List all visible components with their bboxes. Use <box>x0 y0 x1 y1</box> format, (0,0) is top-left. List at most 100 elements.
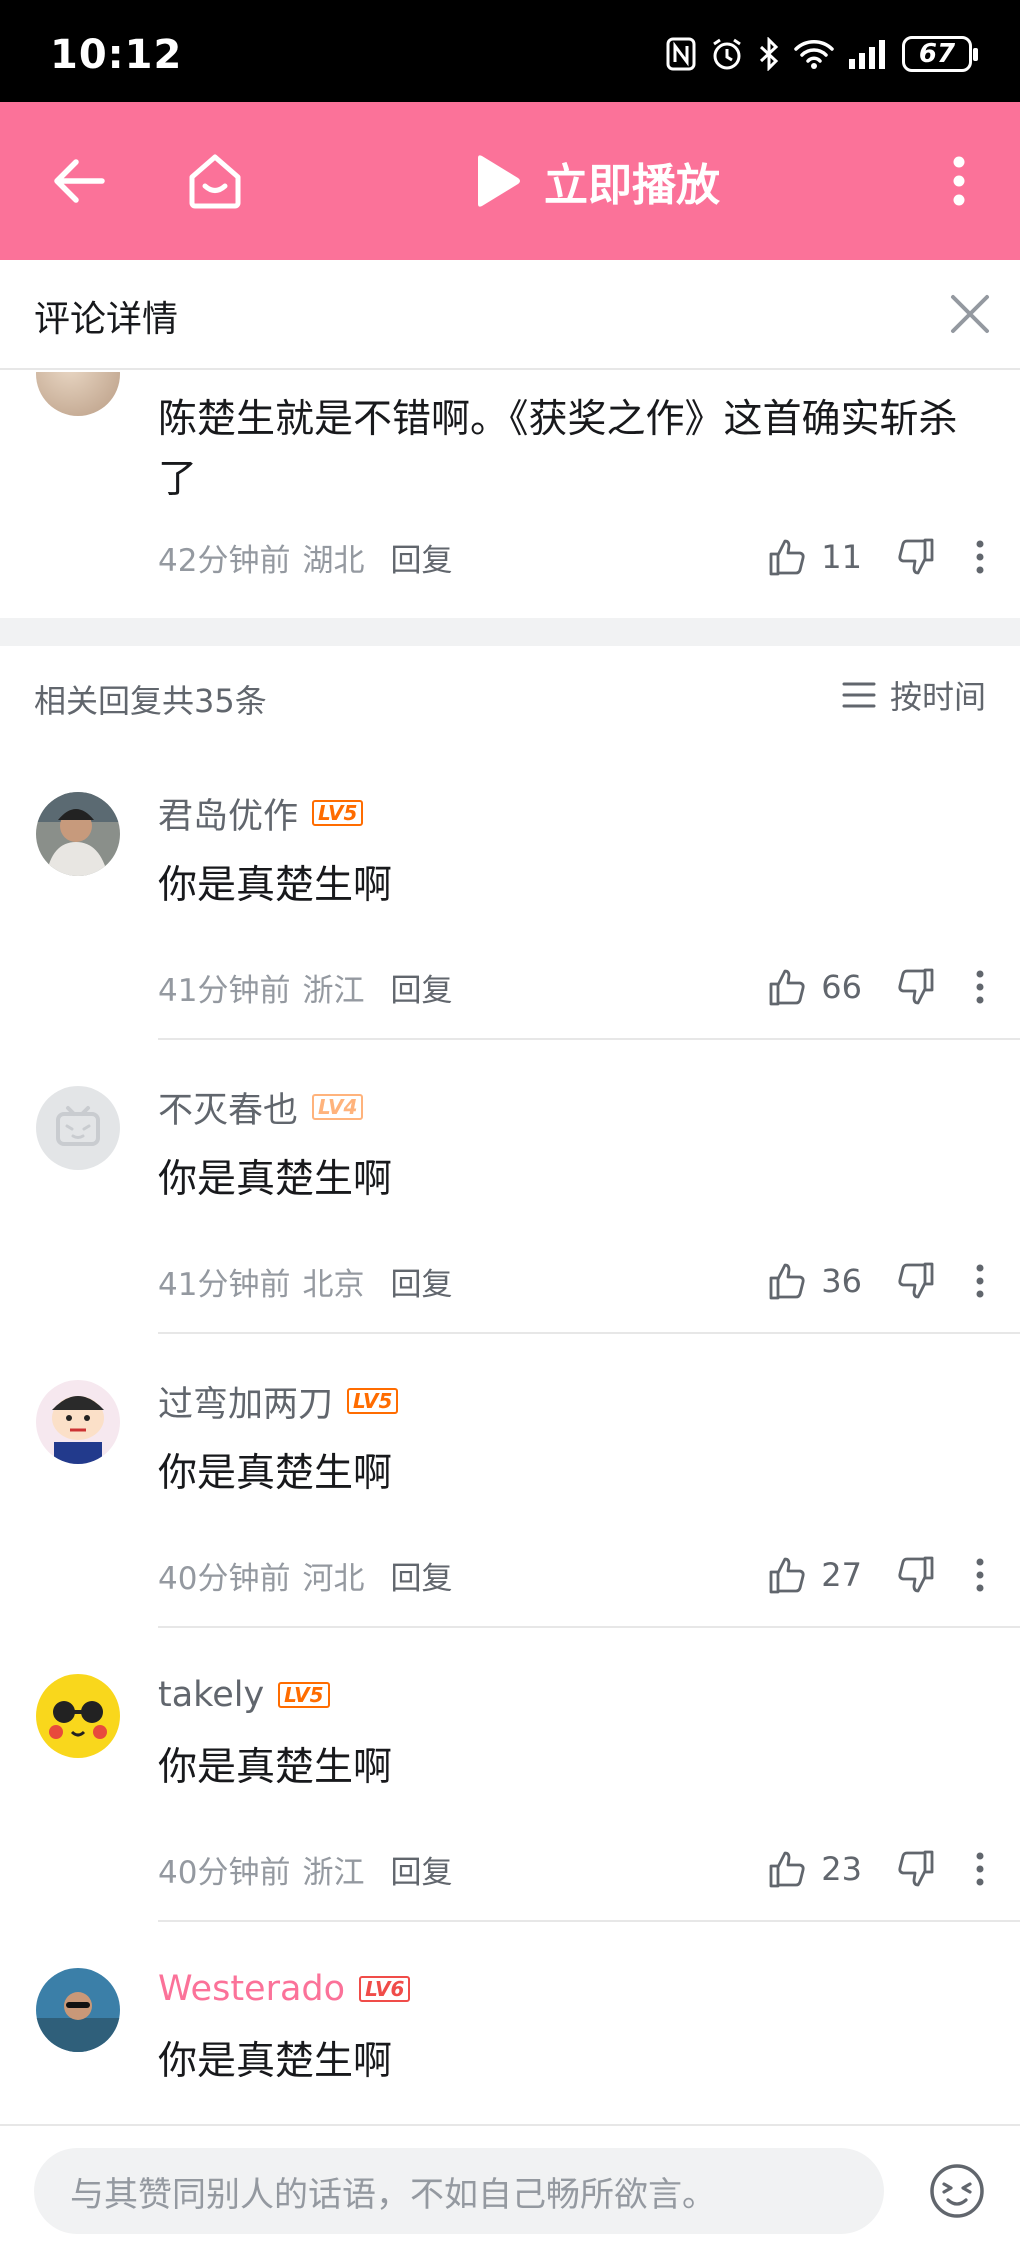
thumbs-down-icon <box>898 968 934 1005</box>
username[interactable]: 过弯加两刀 <box>158 1376 333 1427</box>
thumbs-up-icon <box>769 1851 805 1888</box>
reply-content: 你是真楚生啊 <box>158 1451 393 1496</box>
nfc-icon <box>666 37 696 71</box>
reply-meta: 41分钟前 北京 回复 36 <box>158 1256 998 1306</box>
reply-item: 不灭春也 LV4 你是真楚生啊 41分钟前 北京 回复 36 <box>0 1040 1020 1334</box>
level-badge: LV5 <box>347 1388 399 1414</box>
main-comment-text: 陈楚生就是不错啊。《获奖之作》这首确实斩杀了 <box>158 397 958 502</box>
arrow-left-icon <box>54 159 105 203</box>
like-count: 23 <box>821 1850 862 1888</box>
reply-content: 你是真楚生啊 <box>158 1745 393 1790</box>
reply-meta: 40分钟前 河北 回复 27 <box>158 1550 998 1600</box>
reply-button[interactable]: 回复 <box>390 535 452 580</box>
more-menu-button[interactable] <box>924 146 994 216</box>
dislike-button[interactable] <box>896 1849 936 1889</box>
like-button[interactable]: 11 <box>767 537 862 577</box>
thumbs-up-icon <box>769 1263 805 1300</box>
comment-location: 浙江 <box>302 972 365 1009</box>
more-vertical-icon <box>976 970 984 1004</box>
thumbs-down-icon <box>898 1262 934 1299</box>
like-button[interactable]: 27 <box>767 1555 862 1595</box>
battery-indicator: 67 <box>902 36 978 72</box>
play-now-button[interactable]: 立即播放 <box>470 148 720 214</box>
avatar[interactable] <box>36 1674 120 1758</box>
dislike-button[interactable] <box>896 967 936 1007</box>
reply-button[interactable]: 回复 <box>390 1847 452 1892</box>
comment-time: 40分钟前 <box>158 1560 291 1597</box>
default-avatar-image <box>36 1086 120 1170</box>
page-title: 评论详情 <box>34 299 179 340</box>
reply-button[interactable]: 回复 <box>390 1259 452 1304</box>
username[interactable]: 不灭春也 <box>158 1082 298 1133</box>
thumbs-up-icon <box>769 969 805 1006</box>
reply-content: 你是真楚生啊 <box>158 1157 393 1202</box>
comment-more-button[interactable] <box>976 970 984 1004</box>
thumbs-up-icon <box>769 539 805 576</box>
comment-location: 河北 <box>302 1560 365 1597</box>
avatar[interactable] <box>36 1380 120 1464</box>
comment-more-button[interactable] <box>976 1264 984 1298</box>
comment-actions: 11 <box>767 532 984 582</box>
section-divider <box>0 618 1020 646</box>
avatar-image <box>36 1380 120 1464</box>
comment-time: 41分钟前 <box>158 972 291 1009</box>
avatar-image <box>36 792 120 876</box>
like-button[interactable]: 66 <box>767 967 862 1007</box>
status-icons: 67 <box>666 34 978 74</box>
reply-meta: 40分钟前 浙江 回复 23 <box>158 1844 998 1894</box>
reply-button[interactable]: 回复 <box>390 965 452 1010</box>
sort-button[interactable]: 按时间 <box>842 672 986 718</box>
dislike-button[interactable] <box>896 1261 936 1301</box>
replies-count: 相关回复共35条 <box>34 682 267 720</box>
comment-location: 湖北 <box>302 542 365 579</box>
more-vertical-icon <box>976 540 984 574</box>
comment-more-button[interactable] <box>976 1558 984 1592</box>
emoji-icon <box>930 2164 984 2218</box>
username[interactable]: Westerado <box>158 1969 345 2009</box>
dislike-button[interactable] <box>896 1555 936 1595</box>
comment-location: 浙江 <box>302 1854 365 1891</box>
thumbs-up-icon <box>769 1557 805 1594</box>
comment-time: 41分钟前 <box>158 1266 291 1303</box>
more-vertical-icon <box>976 1264 984 1298</box>
back-button[interactable] <box>44 146 114 216</box>
bluetooth-icon <box>759 37 779 71</box>
like-button[interactable]: 36 <box>767 1261 862 1301</box>
signal-icon <box>849 40 885 69</box>
reply-button[interactable]: 回复 <box>390 1553 452 1598</box>
avatar[interactable] <box>36 372 120 416</box>
username[interactable]: 君岛优作 <box>158 788 298 839</box>
more-vertical-icon <box>976 1558 984 1592</box>
status-time: 10:12 <box>50 32 183 78</box>
close-icon <box>951 295 989 333</box>
wifi-icon <box>794 40 834 69</box>
like-count: 66 <box>821 968 862 1006</box>
more-vertical-icon <box>976 1852 984 1886</box>
alarm-icon <box>713 38 741 70</box>
dislike-button[interactable] <box>896 537 936 577</box>
home-button[interactable] <box>180 146 250 216</box>
avatar[interactable] <box>36 1086 120 1170</box>
reply-content: 你是真楚生啊 <box>158 2039 393 2084</box>
status-bar: 10:12 67 <box>0 0 1020 102</box>
comment-time: 40分钟前 <box>158 1854 291 1891</box>
close-button[interactable] <box>940 284 1000 344</box>
comment-location: 北京 <box>302 1266 365 1303</box>
comment-more-button[interactable] <box>976 540 984 574</box>
reply-item: 君岛优作 LV5 你是真楚生啊 41分钟前 浙江 回复 66 <box>0 746 1020 1040</box>
comment-time: 42分钟前 <box>158 542 291 579</box>
avatar[interactable] <box>36 1968 120 2052</box>
comment-input[interactable]: 与其赞同别人的话语，不如自己畅所欲言。 <box>34 2148 884 2234</box>
replies-header: 相关回复共35条 按时间 <box>0 646 1020 746</box>
comment-more-button[interactable] <box>976 1852 984 1886</box>
like-count: 36 <box>821 1262 862 1300</box>
username[interactable]: takely <box>158 1675 264 1715</box>
reply-content: 你是真楚生啊 <box>158 863 393 908</box>
play-now-label: 立即播放 <box>544 160 720 211</box>
level-badge: LV5 <box>278 1682 330 1708</box>
reply-item: takely LV5 你是真楚生啊 40分钟前 浙江 回复 23 <box>0 1628 1020 1922</box>
play-icon <box>478 155 520 207</box>
like-button[interactable]: 23 <box>767 1849 862 1889</box>
avatar[interactable] <box>36 792 120 876</box>
emoji-button[interactable] <box>926 2160 988 2222</box>
